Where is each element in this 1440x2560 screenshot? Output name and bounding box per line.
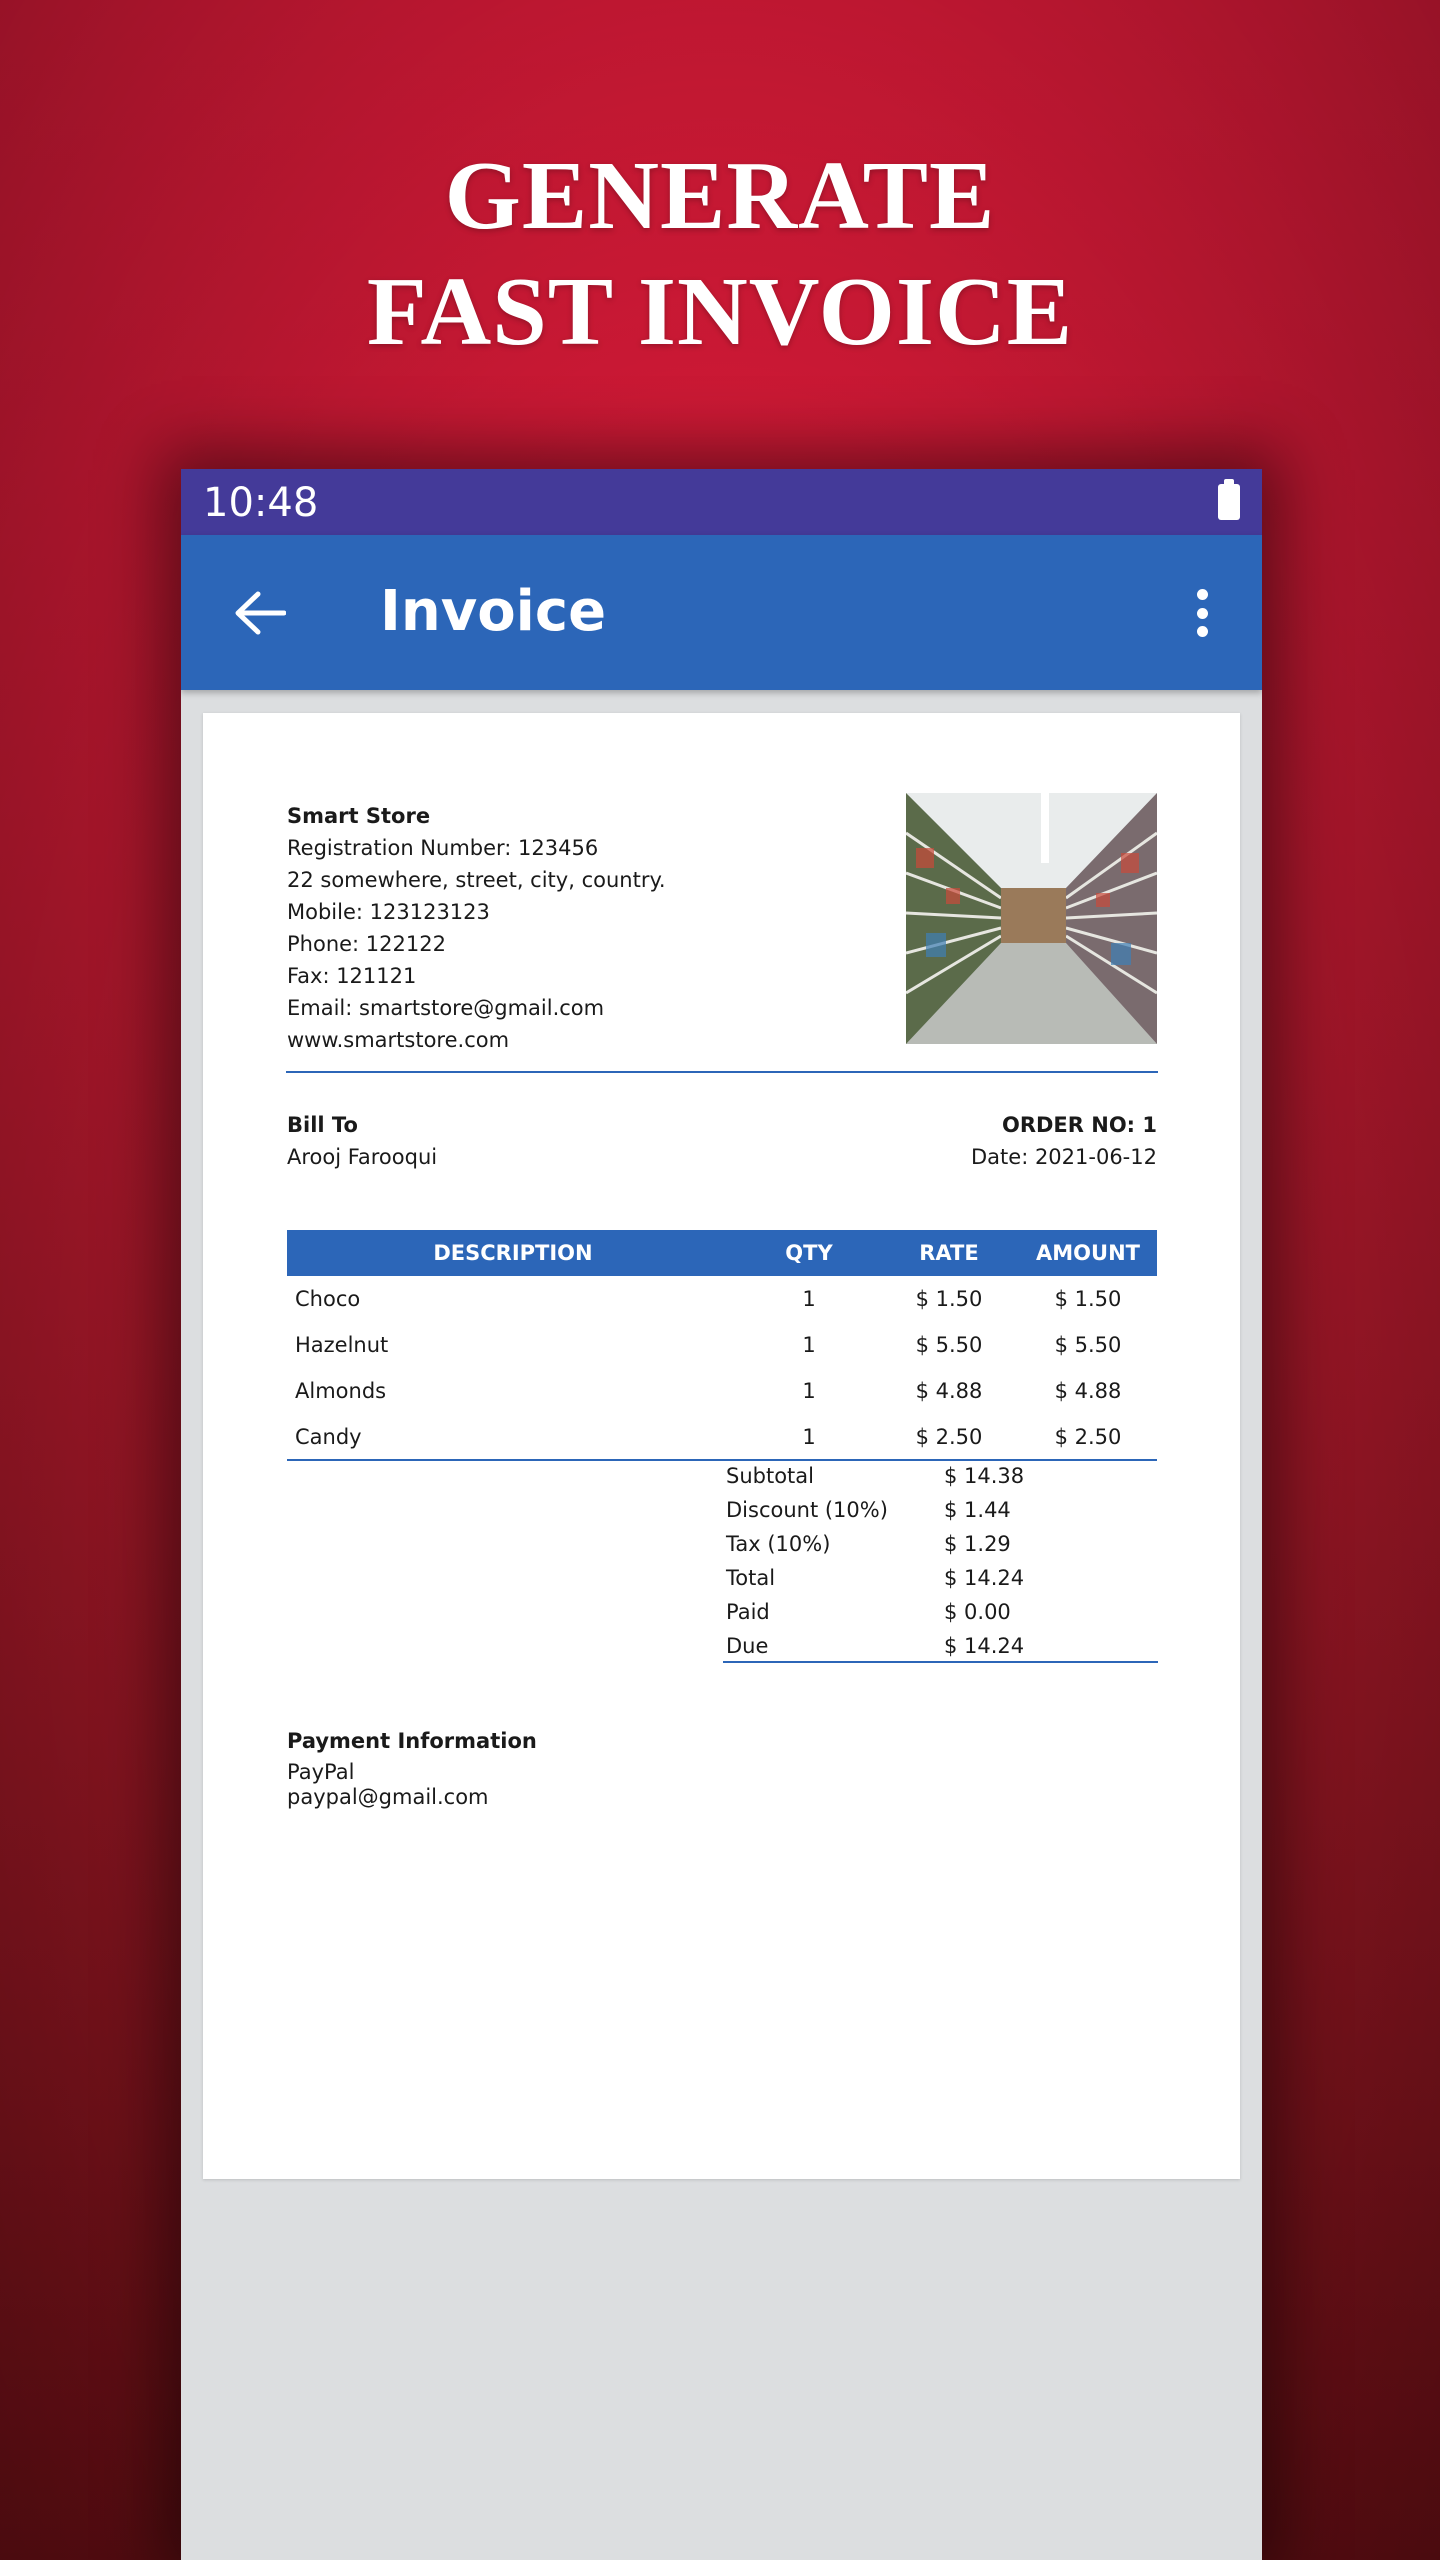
item-qty: 1 [802,1287,816,1311]
subtotal-row: Subtotal $ 14.38 [723,1459,1158,1493]
invoice-preview[interactable]: Smart Store Registration Number: 123456 … [203,713,1240,2179]
status-time: 10:48 [203,480,319,526]
order-date: Date: 2021-06-12 [971,1145,1157,1169]
order-number: ORDER NO: 1 [1001,1113,1157,1137]
table-row: Almonds 1 $ 4.88 $ 4.88 [287,1368,1157,1414]
header-divider [286,1071,1158,1073]
store-registration: Registration Number: 123456 [287,836,599,860]
item-amount: $ 4.88 [1054,1379,1122,1403]
item-amount: $ 1.50 [1054,1287,1122,1311]
item-qty: 1 [802,1333,816,1357]
item-description: Almonds [295,1379,387,1403]
total-value: $ 1.44 [944,1498,1011,1522]
menu-dot [1196,626,1208,637]
total-label: Paid [726,1600,770,1624]
store-phone: Phone: 122122 [287,932,446,956]
total-value: $ 14.38 [944,1464,1025,1488]
item-description: Candy [287,1414,739,1461]
total-label: Discount (10%) [726,1498,888,1522]
app-title: Invoice [380,579,607,644]
arrow-left-icon [235,591,286,635]
app-bar: Invoice [181,535,1262,690]
more-vertical-icon [1196,589,1208,600]
store-email: Email: smartstore@gmail.com [287,996,605,1020]
item-description: Hazelnut [295,1333,389,1357]
store-website: www.smartstore.com [287,1028,510,1052]
item-rate: $ 2.50 [879,1414,1019,1461]
status-bar: 10:48 [181,469,1262,535]
total-value: $ 0.00 [944,1600,1011,1624]
total-value: $ 1.29 [944,1532,1011,1556]
back-button[interactable] [225,583,295,643]
item-description: Choco [295,1287,361,1311]
item-amount: $ 5.50 [1054,1333,1122,1357]
due-row: Due $ 14.24 [723,1629,1158,1663]
table-row: Hazelnut 1 $ 5.50 $ 5.50 [287,1322,1157,1368]
table-row: Choco 1 $ 1.50 $ 1.50 [287,1276,1157,1322]
payment-info-title: Payment Information [287,1729,537,1753]
column-header: QTY [739,1230,879,1276]
bill-to-label: Bill To [287,1113,358,1137]
headline-line-1: GENERATE [444,142,996,250]
item-qty: 1 [739,1414,879,1461]
total-label: Total [726,1566,776,1590]
table-row: Candy 1 $ 2.50 $ 2.50 [287,1414,1157,1461]
menu-dot [1196,607,1208,619]
total-value: $ 14.24 [944,1634,1025,1658]
paid-row: Paid $ 0.00 [723,1595,1158,1629]
payment-email: paypal@gmail.com [287,1785,489,1809]
store-logo-image [906,793,1157,1044]
store-fax: Fax: 121121 [287,964,417,988]
battery-icon [1218,479,1240,520]
store-name: Smart Store [287,804,431,828]
bill-to-name: Arooj Farooqui [287,1145,438,1169]
total-value: $ 14.24 [944,1566,1025,1590]
tax-row: Tax (10%) $ 1.29 [723,1527,1158,1561]
store-address: 22 somewhere, street, city, country. [287,868,666,892]
discount-row: Discount (10%) $ 1.44 [723,1493,1158,1527]
item-rate: $ 1.50 [915,1287,983,1311]
items-table: DESCRIPTION QTY RATE AMOUNT Choco 1 $ 1.… [287,1230,1157,1461]
table-header-row: DESCRIPTION QTY RATE AMOUNT [287,1230,1157,1276]
phone-screen: 10:48 Invoice Smart Store Registration N… [181,469,1262,2560]
column-header: RATE [879,1230,1019,1276]
store-info: Smart Store Registration Number: 123456 … [287,800,847,1056]
totals-summary: Subtotal $ 14.38 Discount (10%) $ 1.44 T… [723,1459,1158,1663]
promo-headline: GENERATE FAST INVOICE [0,138,1440,370]
total-row: Total $ 14.24 [723,1561,1158,1595]
payment-method: PayPal [287,1760,355,1784]
item-rate: $ 4.88 [915,1379,983,1403]
store-mobile: Mobile: 123123123 [287,900,490,924]
item-amount: $ 2.50 [1019,1414,1157,1461]
total-label: Tax (10%) [726,1532,831,1556]
item-qty: 1 [802,1379,816,1403]
headline-line-2: FAST INVOICE [366,258,1074,366]
item-rate: $ 5.50 [915,1333,983,1357]
total-label: Due [726,1634,769,1658]
total-label: Subtotal [726,1464,814,1488]
more-options-button[interactable] [1182,585,1222,641]
column-header: AMOUNT [1019,1230,1157,1276]
column-header: DESCRIPTION [287,1230,739,1276]
